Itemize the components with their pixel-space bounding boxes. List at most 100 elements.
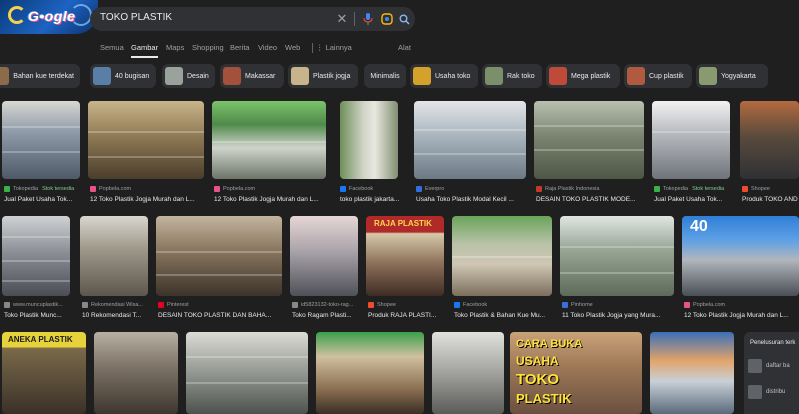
related-search-item[interactable]: daftar ba (748, 358, 798, 374)
result-image[interactable] (94, 332, 178, 414)
shelf-line (652, 131, 730, 133)
thumbnail-headline: TOKO (516, 371, 560, 388)
result-image[interactable] (740, 101, 799, 179)
site-favicon-icon (292, 302, 298, 308)
chip-rak-toko[interactable]: Rak toko (482, 64, 542, 88)
tab-berita[interactable]: Berita (230, 43, 250, 52)
result-caption[interactable]: Toko Plastik Munc... (4, 312, 74, 319)
result-image[interactable] (534, 101, 644, 179)
result-image[interactable] (316, 332, 424, 414)
source-label: Rekomendasi Wisa... (82, 302, 143, 308)
tools-button[interactable]: Alat (398, 43, 411, 52)
clear-icon[interactable]: ✕ (334, 11, 350, 27)
result-image[interactable] (452, 216, 552, 296)
source-label: Popbela.com (684, 302, 725, 308)
result-caption[interactable]: 12 Toko Plastik Jogja Murah dan L... (90, 196, 206, 203)
result-image[interactable] (80, 216, 148, 296)
search-divider (354, 12, 355, 26)
chip-cup-plastik[interactable]: Cup plastik (624, 64, 692, 88)
lens-icon[interactable] (379, 11, 395, 27)
result-caption[interactable]: Produk RAJA PLASTI... (368, 312, 448, 319)
chip-makassar[interactable]: Makassar (220, 64, 284, 88)
chip-label: Yogyakarta (721, 72, 756, 80)
tab-shopping[interactable]: Shopping (192, 43, 224, 52)
result-caption[interactable]: Jual Paket Usaha Tok... (4, 196, 84, 203)
google-doodle-logo[interactable]: G•ogle (0, 0, 98, 34)
result-image[interactable] (2, 216, 70, 296)
microphone-icon[interactable] (360, 11, 376, 27)
source-label: www.muncuplastik... (4, 302, 63, 308)
result-image[interactable] (650, 332, 734, 414)
source-label: Popbela.com (90, 186, 131, 192)
tab-video[interactable]: Video (258, 43, 277, 52)
result-image[interactable] (432, 332, 504, 414)
chip-usaha-toko[interactable]: Usaha toko (410, 64, 478, 88)
site-favicon-icon (158, 302, 164, 308)
result-image[interactable] (340, 101, 398, 179)
related-searches-panel: Penelusuran terk daftar ba distribu (744, 332, 799, 414)
result-image[interactable] (652, 101, 730, 179)
result-image[interactable]: ANEKA PLASTIK (2, 332, 86, 414)
tab-gambar[interactable]: Gambar (131, 43, 159, 58)
result-image[interactable] (88, 101, 204, 179)
result-caption[interactable]: Toko Ragam Plasti... (292, 312, 362, 319)
tab-web[interactable]: Web (285, 43, 300, 52)
related-search-item[interactable]: distribu (748, 384, 798, 400)
shelf-line (212, 141, 326, 143)
tab-maps[interactable]: Maps (166, 43, 184, 52)
tab-semua[interactable]: Semua (100, 43, 124, 52)
chip-label: Plastik jogja (313, 72, 351, 80)
shelf-line (88, 156, 204, 158)
panel-title: Penelusuran terk (750, 340, 796, 346)
chip-desain[interactable]: Desain (162, 64, 215, 88)
result-caption[interactable]: 10 Rekomendasi T... (82, 312, 152, 319)
result-caption[interactable]: Toko Plastik & Bahan Kue Mu... (454, 312, 556, 319)
related-search-label: daftar ba (766, 363, 790, 369)
result-caption[interactable]: 12 Toko Plastik Jogja Murah dan L... (684, 312, 799, 319)
chip-plastik-jogja[interactable]: Plastik jogja (288, 64, 358, 88)
related-thumbnail (748, 359, 762, 373)
thumbnail-headline: PLASTIK (516, 391, 572, 406)
chip-thumbnail (93, 67, 111, 85)
result-caption[interactable]: Usaha Toko Plastik Modal Kecil ... (416, 196, 530, 203)
search-input[interactable]: TOKO PLASTIK (100, 12, 172, 23)
result-image[interactable]: 40 (682, 216, 799, 296)
result-image[interactable] (156, 216, 282, 296)
source-name: Everpro (425, 186, 445, 192)
source-label: Everpro (416, 186, 444, 192)
search-box[interactable]: TOKO PLASTIK ✕ (90, 7, 415, 31)
result-image[interactable] (2, 101, 80, 179)
result-image[interactable]: CARA BUKA USAHA TOKO PLASTIK (510, 332, 642, 414)
result-image[interactable] (290, 216, 358, 296)
site-favicon-icon (82, 302, 88, 308)
site-favicon-icon (536, 186, 542, 192)
shelf-line (534, 125, 644, 127)
source-name: Shopee (377, 302, 396, 308)
result-caption[interactable]: DESAIN TOKO PLASTIK DAN BAHA... (158, 312, 284, 319)
result-image[interactable] (414, 101, 526, 179)
chip-40-bugisan[interactable]: 40 bugisan (90, 64, 156, 88)
chip-minimalis[interactable]: Minimalis (364, 64, 406, 88)
search-icon[interactable] (396, 11, 412, 27)
site-favicon-icon (454, 302, 460, 308)
tab-lainnya[interactable]: ⋮ Lainnya (316, 43, 352, 52)
chip-bahan-kue[interactable]: Bahan kue terdekat (0, 64, 80, 88)
result-image[interactable] (560, 216, 674, 296)
result-image[interactable] (212, 101, 326, 179)
result-caption[interactable]: 11 Toko Plastik Jogja yang Mura... (562, 312, 676, 319)
site-favicon-icon (340, 186, 346, 192)
result-caption[interactable]: DESAIN TOKO PLASTIK MODE... (536, 196, 646, 203)
result-caption[interactable]: Produk TOKO AND (742, 196, 799, 203)
result-caption[interactable]: toko plastik jakarta... (340, 196, 406, 203)
chip-mega-plastik[interactable]: Mega plastik (546, 64, 620, 88)
result-image[interactable]: RAJA PLASTIK (366, 216, 444, 296)
related-search-label: distribu (766, 389, 786, 395)
chip-label: 40 bugisan (115, 72, 150, 80)
shelf-line (186, 382, 308, 384)
result-caption[interactable]: Jual Paket Usaha Tok... (654, 196, 734, 203)
source-name: Tokopedia (663, 186, 689, 192)
result-caption[interactable]: 12 Toko Plastik Jogja Murah dan L... (214, 196, 332, 203)
shelf-line (414, 153, 526, 155)
result-image[interactable] (186, 332, 308, 414)
chip-yogyakarta[interactable]: Yogyakarta (696, 64, 768, 88)
